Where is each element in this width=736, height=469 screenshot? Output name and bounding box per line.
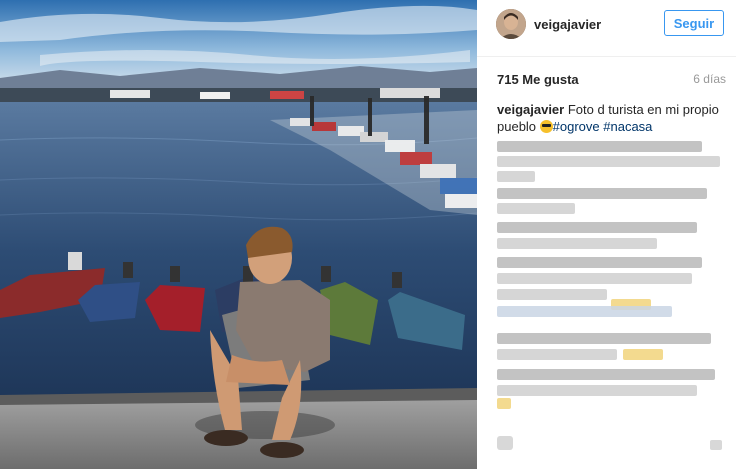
comment-line [497, 289, 607, 300]
comment-line [497, 333, 711, 344]
post-side-panel: veigajavier Seguir 715 Me gusta 6 días v… [477, 0, 736, 469]
user-avatar[interactable] [496, 9, 526, 39]
comment-line [497, 385, 697, 396]
sunglasses-emoji-icon [539, 120, 553, 133]
comment-emoji [497, 398, 511, 409]
comment-line [497, 156, 720, 167]
harbor-photo-image [0, 0, 477, 469]
comment-line [497, 171, 535, 182]
comment-line [497, 141, 702, 152]
comment-emoji [623, 349, 663, 360]
comment-line [497, 222, 697, 233]
post-time[interactable]: 6 días [693, 72, 726, 86]
post-photo[interactable] [0, 0, 477, 469]
comment-line [497, 188, 707, 199]
header-username[interactable]: veigajavier [534, 17, 601, 32]
hashtag-ogrove[interactable]: #ogrove [553, 119, 600, 134]
post-header: veigajavier Seguir [477, 0, 736, 57]
comment-line [497, 238, 657, 249]
post-caption: veigajavier Foto d turista en mi propio … [497, 101, 722, 135]
comment-line [497, 273, 692, 284]
comment-line [497, 257, 702, 268]
comment-line [497, 369, 715, 380]
caption-username[interactable]: veigajavier [497, 102, 564, 117]
hashtag-nacasa[interactable]: #nacasa [600, 119, 652, 134]
more-options-icon[interactable] [710, 440, 722, 450]
follow-button[interactable]: Seguir [664, 10, 724, 36]
likes-count[interactable]: 715 Me gusta [497, 72, 579, 87]
comment-line [497, 349, 617, 360]
comment-line [497, 203, 575, 214]
like-icon[interactable] [497, 436, 513, 450]
comment-line [497, 306, 672, 317]
